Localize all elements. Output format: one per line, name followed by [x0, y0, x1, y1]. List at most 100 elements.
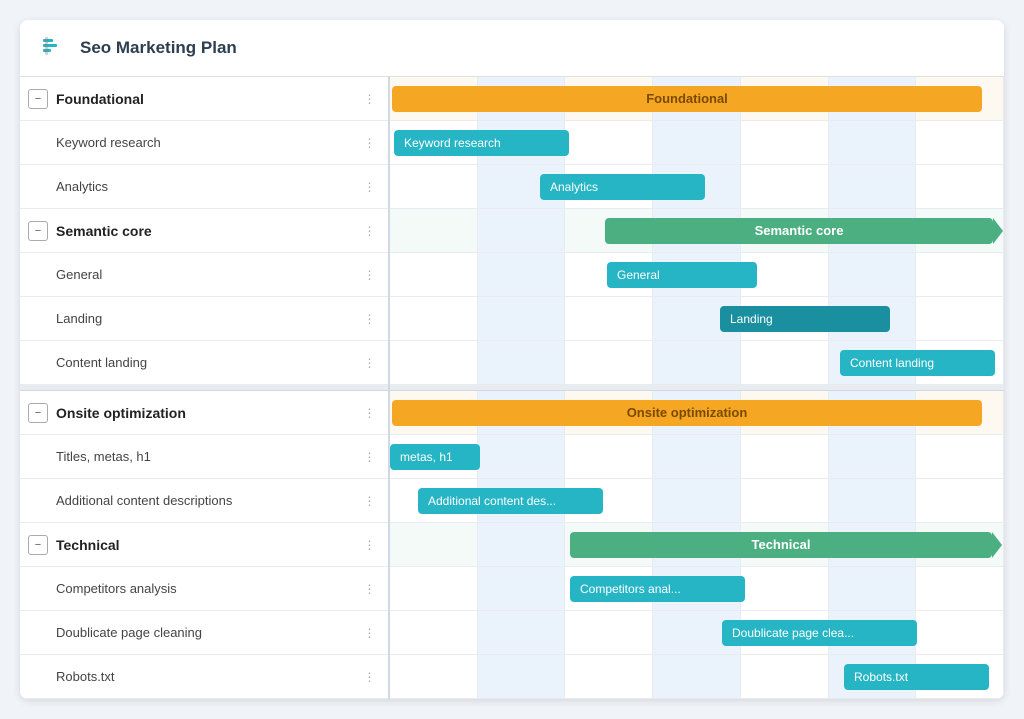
- gantt-row-analytics: Analytics: [390, 165, 1004, 209]
- drag-handle[interactable]: ⋮: [360, 136, 380, 150]
- task-robots-label: Robots.txt: [56, 669, 360, 684]
- gantt-row-additional: Additional content des...: [390, 479, 1004, 523]
- col7: [916, 121, 1004, 164]
- gantt-row-keyword: Keyword research: [390, 121, 1004, 165]
- col4: [653, 121, 741, 164]
- collapse-semantic-core[interactable]: −: [28, 221, 48, 241]
- col7: [916, 165, 1004, 208]
- col4: [653, 435, 741, 478]
- drag-handle[interactable]: ⋮: [360, 406, 380, 420]
- col7: [916, 253, 1004, 296]
- group-technical: − Technical ⋮: [20, 523, 388, 567]
- task-landing: Landing ⋮: [20, 297, 388, 341]
- col3: [565, 121, 653, 164]
- col5: [741, 479, 829, 522]
- col4: [653, 341, 741, 384]
- task-content-landing: Content landing ⋮: [20, 341, 388, 385]
- col2: [478, 297, 566, 340]
- drag-handle[interactable]: ⋮: [360, 450, 380, 464]
- gantt-bg: [390, 297, 1004, 340]
- drag-handle[interactable]: ⋮: [360, 92, 380, 106]
- drag-handle[interactable]: ⋮: [360, 582, 380, 596]
- task-competitors: Competitors analysis ⋮: [20, 567, 388, 611]
- app-title: Seo Marketing Plan: [80, 38, 237, 58]
- analytics-bar[interactable]: Analytics: [540, 174, 705, 200]
- task-robots: Robots.txt ⋮: [20, 655, 388, 699]
- col1: [390, 341, 478, 384]
- indent: −: [20, 221, 56, 241]
- task-analytics-label: Analytics: [56, 179, 360, 194]
- indent: −: [20, 535, 56, 555]
- col7: [916, 479, 1004, 522]
- drag-handle[interactable]: ⋮: [360, 494, 380, 508]
- additional-bar[interactable]: Additional content des...: [418, 488, 603, 514]
- drag-handle[interactable]: ⋮: [360, 538, 380, 552]
- app-icon: [40, 34, 68, 62]
- gantt-row-technical: Technical: [390, 523, 1004, 567]
- gantt-inner: Foundational Keyword research: [390, 77, 1004, 699]
- col1: [390, 655, 478, 698]
- col2: [478, 253, 566, 296]
- general-bar[interactable]: General: [607, 262, 757, 288]
- doublicate-bar[interactable]: Doublicate page clea...: [722, 620, 917, 646]
- collapse-foundational[interactable]: −: [28, 89, 48, 109]
- gantt-row-doublicate: Doublicate page clea...: [390, 611, 1004, 655]
- drag-handle[interactable]: ⋮: [360, 224, 380, 238]
- col2: [478, 655, 566, 698]
- drag-handle[interactable]: ⋮: [360, 312, 380, 326]
- task-additional-content-label: Additional content descriptions: [56, 493, 360, 508]
- competitors-bar[interactable]: Competitors anal...: [570, 576, 745, 602]
- drag-handle[interactable]: ⋮: [360, 180, 380, 194]
- keyword-research-bar[interactable]: Keyword research: [394, 130, 569, 156]
- col5: [741, 341, 829, 384]
- col1: [390, 209, 478, 252]
- col2: [478, 435, 566, 478]
- gantt-row-robots: Robots.txt: [390, 655, 1004, 699]
- gantt-panel: Foundational Keyword research: [390, 77, 1004, 699]
- drag-handle[interactable]: ⋮: [360, 670, 380, 684]
- task-additional-content: Additional content descriptions ⋮: [20, 479, 388, 523]
- col5: [741, 121, 829, 164]
- col6: [829, 567, 917, 610]
- drag-handle[interactable]: ⋮: [360, 626, 380, 640]
- task-analytics: Analytics ⋮: [20, 165, 388, 209]
- gantt-row-content-landing: Content landing: [390, 341, 1004, 385]
- app-container: Seo Marketing Plan − Foundational ⋮ Keyw…: [20, 20, 1004, 699]
- robots-bar[interactable]: Robots.txt: [844, 664, 989, 690]
- task-doublicate-label: Doublicate page cleaning: [56, 625, 360, 640]
- col1: [390, 611, 478, 654]
- group-onsite: − Onsite optimization ⋮: [20, 391, 388, 435]
- col1: [390, 165, 478, 208]
- drag-handle[interactable]: ⋮: [360, 268, 380, 282]
- col4: [653, 655, 741, 698]
- task-general: General ⋮: [20, 253, 388, 297]
- drag-handle[interactable]: ⋮: [360, 356, 380, 370]
- col6: [829, 479, 917, 522]
- collapse-technical[interactable]: −: [28, 535, 48, 555]
- technical-bar[interactable]: Technical: [570, 532, 992, 558]
- col5: [741, 567, 829, 610]
- onsite-bar[interactable]: Onsite optimization: [392, 400, 982, 426]
- col3: [565, 297, 653, 340]
- gantt-row-semantic: Semantic core: [390, 209, 1004, 253]
- indent: −: [20, 403, 56, 423]
- content-landing-bar[interactable]: Content landing: [840, 350, 995, 376]
- col1: [390, 523, 478, 566]
- landing-bar[interactable]: Landing: [720, 306, 890, 332]
- semantic-core-bar[interactable]: Semantic core: [605, 218, 993, 244]
- gantt-row-onsite: Onsite optimization: [390, 391, 1004, 435]
- col2: [478, 209, 566, 252]
- col6: [829, 121, 917, 164]
- col5: [741, 655, 829, 698]
- col3: [565, 435, 653, 478]
- foundational-bar[interactable]: Foundational: [392, 86, 982, 112]
- collapse-onsite[interactable]: −: [28, 403, 48, 423]
- group-onsite-label: Onsite optimization: [56, 405, 360, 421]
- task-landing-label: Landing: [56, 311, 360, 326]
- task-keyword-research-label: Keyword research: [56, 135, 360, 150]
- gantt-row-competitors: Competitors anal...: [390, 567, 1004, 611]
- col1: [390, 253, 478, 296]
- titles-bar[interactable]: metas, h1: [390, 444, 480, 470]
- col2: [478, 523, 566, 566]
- indent: −: [20, 89, 56, 109]
